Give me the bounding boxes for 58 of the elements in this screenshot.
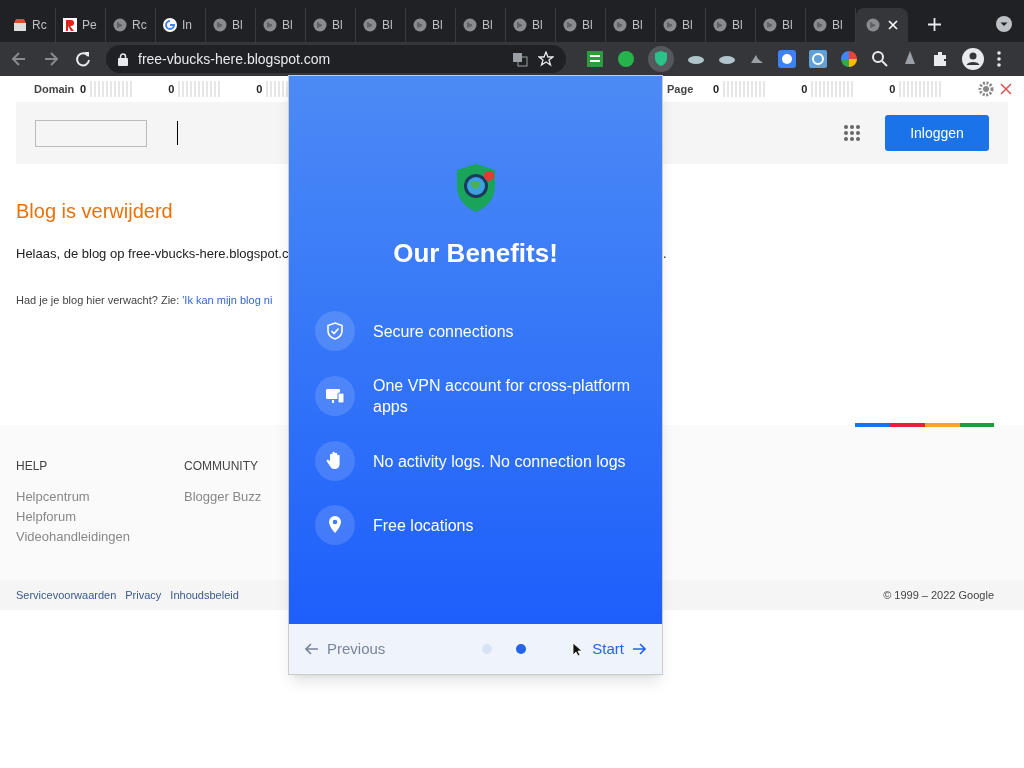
shield-check-icon bbox=[315, 311, 355, 351]
cloud-icon[interactable] bbox=[687, 53, 705, 65]
login-button[interactable]: Inloggen bbox=[885, 115, 989, 151]
translate-icon[interactable] bbox=[512, 51, 528, 67]
start-button[interactable]: Start bbox=[592, 637, 646, 661]
message-end-text: . bbox=[663, 245, 667, 263]
footer-link[interactable]: Servicevoorwaarden bbox=[16, 586, 117, 604]
address-bar[interactable]: free-vbucks-here.blogspot.com bbox=[106, 45, 566, 73]
profile-icon[interactable] bbox=[962, 48, 984, 70]
footer-link[interactable]: Inhoudsbeleid bbox=[170, 586, 239, 604]
footer-link[interactable]: Videohandleidingen bbox=[16, 527, 130, 547]
tab-search-icon[interactable] bbox=[996, 16, 1012, 32]
extension-icon[interactable] bbox=[586, 50, 604, 68]
benefit-text: Free locations bbox=[373, 515, 474, 536]
help-link[interactable]: 'Ik kan mijn blog ni bbox=[182, 291, 273, 308]
footer-link[interactable]: Blogger Buzz bbox=[184, 487, 262, 507]
seo-label: Page bbox=[667, 81, 695, 97]
puzzle-icon[interactable] bbox=[931, 50, 949, 68]
apps-grid-icon[interactable] bbox=[843, 124, 861, 142]
popup-title: Our Benefits! bbox=[393, 237, 558, 270]
address-text: free-vbucks-here.blogspot.com bbox=[138, 49, 332, 69]
location-pin-icon bbox=[315, 505, 355, 545]
settings-icon[interactable] bbox=[978, 81, 994, 97]
g-logo-icon bbox=[163, 18, 177, 32]
arrow-right-icon bbox=[632, 643, 646, 655]
shield-icon[interactable] bbox=[648, 46, 674, 72]
message-text: Helaas, de blog op free-vbucks-here.blogspot.c bbox=[16, 245, 288, 263]
shield-icon[interactable] bbox=[778, 50, 796, 68]
arrow-left-icon bbox=[305, 643, 319, 655]
search-icon[interactable] bbox=[871, 50, 889, 68]
reload-icon[interactable] bbox=[74, 50, 92, 68]
footer-heading: HELP bbox=[16, 458, 48, 475]
page-title: Blog is verwijderd bbox=[16, 199, 173, 224]
cloud-icon[interactable] bbox=[718, 53, 736, 65]
lock-icon bbox=[118, 52, 128, 66]
question-text: Had je je blog hier verwacht? Zie: bbox=[16, 292, 180, 308]
copyright-text: © 1999 – 2022 Google bbox=[883, 587, 994, 603]
back-icon[interactable] bbox=[10, 50, 28, 68]
text-cursor bbox=[177, 121, 178, 145]
new-tab-icon[interactable] bbox=[928, 18, 941, 31]
seo-label: Domain bbox=[34, 81, 72, 97]
browser-tab[interactable] bbox=[856, 8, 908, 42]
benefit-text: Secure connections bbox=[373, 321, 514, 342]
r-logo-icon bbox=[63, 18, 77, 32]
benefit-text: No activity logs. No connection logs bbox=[373, 451, 626, 472]
star-icon[interactable] bbox=[538, 51, 554, 67]
mouse-cursor-icon bbox=[572, 642, 582, 657]
footer-link[interactable]: Helpforum bbox=[16, 507, 76, 527]
forward-icon[interactable] bbox=[42, 50, 60, 68]
devices-icon bbox=[315, 376, 355, 416]
footer-heading: COMMUNITY bbox=[184, 458, 258, 475]
menu-icon[interactable] bbox=[997, 51, 1001, 67]
benefit-text: One VPN account for cross-platform apps bbox=[373, 376, 631, 417]
footer-link[interactable]: Privacy bbox=[125, 586, 162, 604]
hand-icon bbox=[315, 441, 355, 481]
footer-link[interactable]: Helpcentrum bbox=[16, 487, 90, 507]
pinwheel-icon[interactable] bbox=[840, 50, 858, 68]
store-icon bbox=[13, 18, 27, 32]
